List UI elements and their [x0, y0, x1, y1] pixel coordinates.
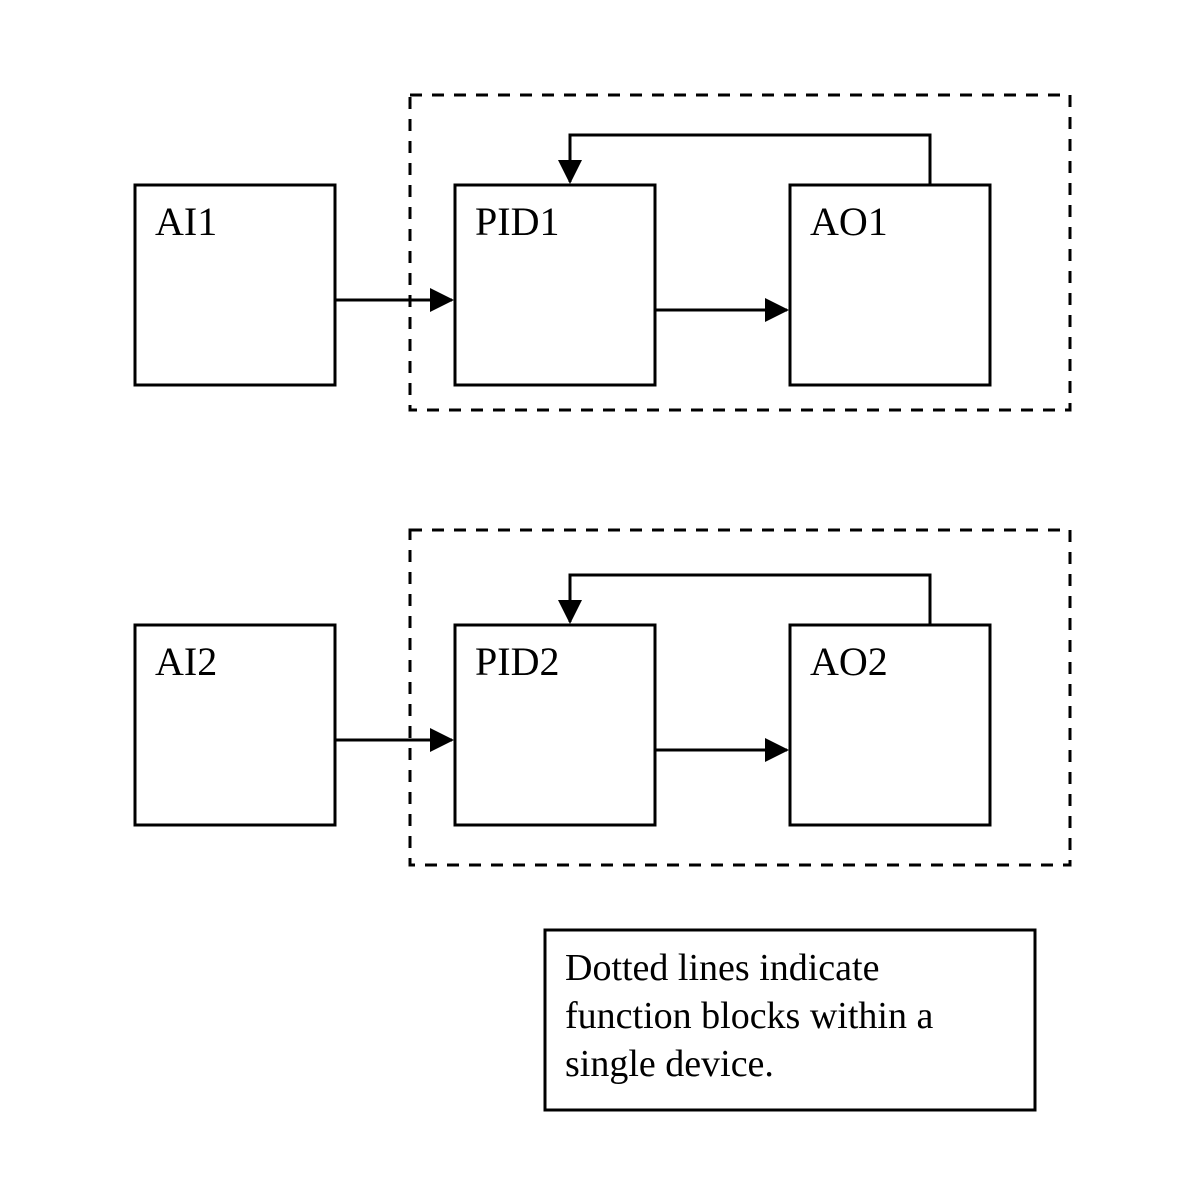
- diagram-canvas: AI1 PID1 AO1 AI2 PID2 AO2 Dotted: [0, 0, 1182, 1198]
- pid2-label: PID2: [475, 639, 559, 684]
- ao2-label: AO2: [810, 639, 888, 684]
- ai2-block: AI2: [135, 625, 335, 825]
- ai1-block: AI1: [135, 185, 335, 385]
- ao1-block: AO1: [790, 185, 990, 385]
- legend-line3: single device.: [565, 1043, 774, 1085]
- legend-line1: Dotted lines indicate: [565, 947, 879, 989]
- ai1-label: AI1: [155, 199, 217, 244]
- ao2-block: AO2: [790, 625, 990, 825]
- pid1-label: PID1: [475, 199, 559, 244]
- ao1-label: AO1: [810, 199, 888, 244]
- legend-line2: function blocks within a: [565, 995, 933, 1037]
- connector-ao2-feedback-pid2: [570, 575, 930, 625]
- ai2-label: AI2: [155, 639, 217, 684]
- legend-box: Dotted lines indicate function blocks wi…: [545, 930, 1035, 1110]
- pid2-block: PID2: [455, 625, 655, 825]
- pid1-block: PID1: [455, 185, 655, 385]
- connector-ao1-feedback-pid1: [570, 135, 930, 185]
